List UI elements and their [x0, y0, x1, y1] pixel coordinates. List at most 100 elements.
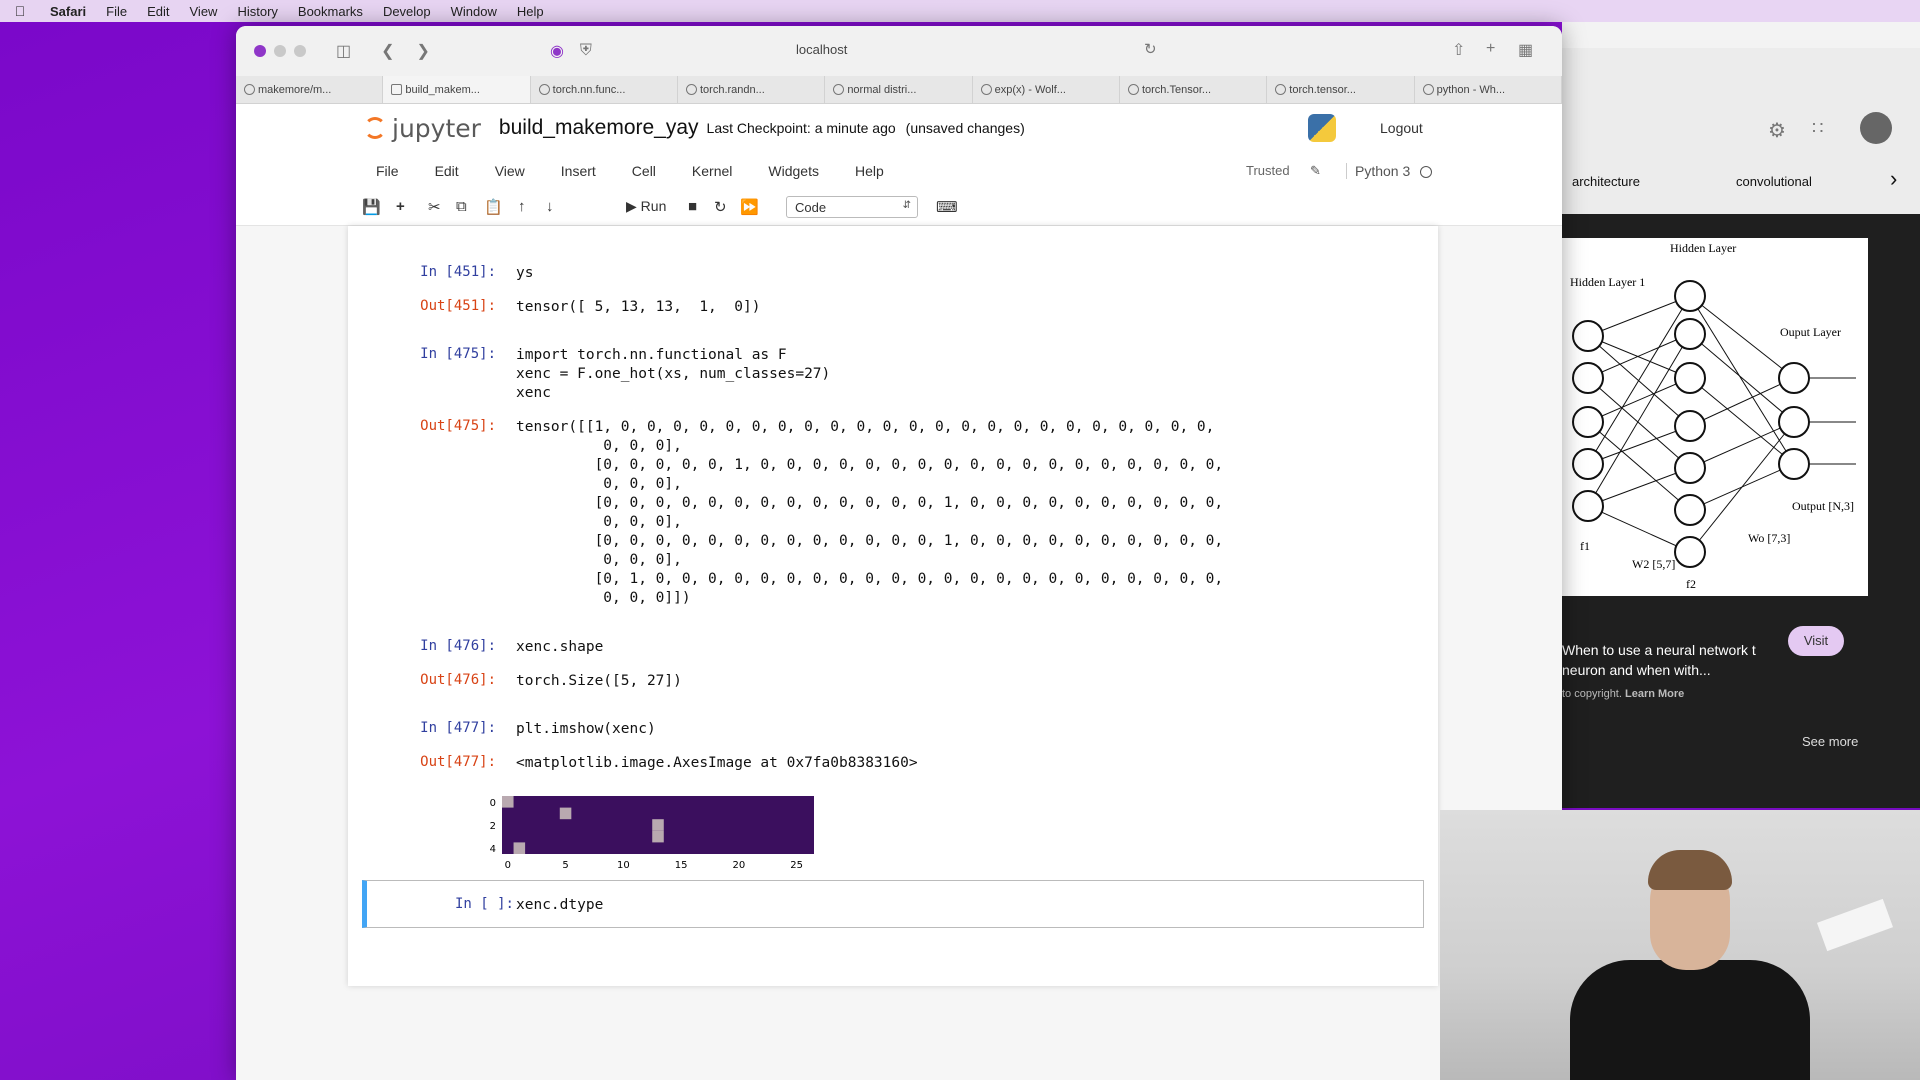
- pytorch-icon: [1127, 84, 1139, 95]
- tab-wolfram[interactable]: exp(x) - Wolf...: [973, 76, 1120, 103]
- copy-icon[interactable]: ⧉: [456, 198, 467, 215]
- in-prompt: In [475]:: [420, 346, 496, 362]
- tab-torch-tensor-lower[interactable]: torch.tensor...: [1267, 76, 1415, 103]
- back-icon[interactable]: ❮: [381, 41, 394, 61]
- cell-code[interactable]: ys: [516, 264, 533, 283]
- paste-icon[interactable]: 📋: [484, 198, 503, 216]
- jmenu-edit[interactable]: Edit: [417, 163, 477, 179]
- fast-forward-icon[interactable]: ⏩: [740, 198, 759, 216]
- share-icon[interactable]: ⇧: [1452, 40, 1465, 60]
- y-tick-label: 0: [490, 798, 496, 809]
- jmenu-cell[interactable]: Cell: [614, 163, 674, 179]
- cell-code[interactable]: import torch.nn.functional as F xenc = F…: [516, 346, 830, 403]
- avatar[interactable]: [1860, 112, 1892, 144]
- logout-button[interactable]: Logout: [1370, 114, 1433, 142]
- kernel-status-icon: [1420, 166, 1432, 178]
- shield-icon[interactable]: ⛨: [580, 42, 592, 60]
- tab-label: torch.Tensor...: [1141, 83, 1212, 96]
- neural-network-svg: Hidden Layer 1 Hidden Layer Ouput Layer …: [1570, 241, 1856, 591]
- cell-code[interactable]: xenc.shape: [516, 638, 603, 657]
- tab-normal-distribution[interactable]: normal distri...: [825, 76, 973, 103]
- jmenu-widgets[interactable]: Widgets: [750, 163, 837, 179]
- forward-icon[interactable]: ❯: [417, 41, 430, 61]
- new-tab-icon[interactable]: +: [1486, 40, 1495, 58]
- menu-view[interactable]: View: [180, 4, 228, 19]
- menu-window[interactable]: Window: [441, 4, 507, 19]
- tab-label: torch.nn.func...: [552, 83, 626, 96]
- cell-code-editor[interactable]: xenc.dtype: [516, 896, 603, 915]
- cell-type-select[interactable]: Code ⇵: [786, 196, 918, 218]
- x-tick-label: 25: [790, 860, 803, 871]
- apps-grid-icon[interactable]: ∷: [1812, 118, 1823, 139]
- add-cell-icon[interactable]: +: [396, 198, 405, 215]
- notebook-area: In [451]: ys Out[451]: tensor([ 5, 13, 1…: [236, 226, 1562, 1080]
- jmenu-insert[interactable]: Insert: [543, 163, 614, 179]
- move-up-icon[interactable]: ↑: [518, 198, 526, 215]
- jupyter-orb-icon: [364, 117, 386, 139]
- jupyter-menu-bar: File Edit View Insert Cell Kernel Widget…: [236, 152, 1562, 190]
- jmenu-file[interactable]: File: [358, 163, 417, 179]
- tab-torch-tensor[interactable]: torch.Tensor...: [1120, 76, 1268, 103]
- pencil-icon[interactable]: ✎: [1310, 163, 1321, 179]
- menu-bookmarks[interactable]: Bookmarks: [288, 4, 373, 19]
- neural-network-diagram-image[interactable]: Hidden Layer 1 Hidden Layer Ouput Layer …: [1562, 238, 1868, 596]
- apple-icon[interactable]: : [0, 3, 40, 19]
- out-prompt: Out[476]:: [420, 672, 496, 688]
- notebook-name[interactable]: build_makemore_yay: [499, 116, 699, 140]
- menu-develop[interactable]: Develop: [373, 4, 441, 19]
- save-icon[interactable]: 💾: [362, 198, 381, 216]
- nn-label-w2: W2 [5,7]: [1632, 557, 1675, 571]
- settings-gear-icon[interactable]: ⚙: [1768, 118, 1786, 143]
- close-window-button[interactable]: [254, 45, 266, 57]
- menu-help[interactable]: Help: [507, 4, 554, 19]
- learn-more-link[interactable]: Learn More: [1625, 688, 1684, 700]
- jmenu-view[interactable]: View: [477, 163, 543, 179]
- menu-edit[interactable]: Edit: [137, 4, 179, 19]
- move-down-icon[interactable]: ↓: [546, 198, 554, 215]
- sidebar-icon[interactable]: ◫: [336, 41, 351, 61]
- chip-convolutional[interactable]: convolutional: [1736, 174, 1812, 189]
- tab-build-makemore[interactable]: build_makem...: [383, 76, 531, 103]
- restart-icon[interactable]: ↻: [714, 198, 727, 216]
- zoom-window-button[interactable]: [294, 45, 306, 57]
- see-more-link[interactable]: See more: [1802, 734, 1858, 749]
- tab-makemore[interactable]: makemore/m...: [236, 76, 384, 103]
- address-bar[interactable]: localhost: [796, 42, 847, 57]
- nn-label-hidden1: Hidden Layer 1: [1570, 275, 1645, 289]
- chip-architecture[interactable]: architecture: [1572, 174, 1640, 189]
- jmenu-kernel[interactable]: Kernel: [674, 163, 750, 179]
- cell-output: <matplotlib.image.AxesImage at 0x7fa0b83…: [516, 755, 918, 771]
- run-button[interactable]: ▶ Run: [626, 198, 666, 215]
- tab-torch-nn-functional[interactable]: torch.nn.func...: [531, 76, 678, 103]
- cell-code[interactable]: plt.imshow(xenc): [516, 720, 656, 739]
- trusted-indicator[interactable]: Trusted: [1246, 163, 1290, 178]
- result-title[interactable]: When to use a neural network t neuron an…: [1562, 640, 1782, 680]
- extension-icon[interactable]: ◉: [550, 41, 564, 61]
- menu-file[interactable]: File: [96, 4, 137, 19]
- keyboard-icon[interactable]: ⌨: [936, 198, 958, 216]
- python-logo-icon: [1308, 114, 1336, 142]
- menu-app-name[interactable]: Safari: [40, 4, 96, 19]
- tab-torch-randn[interactable]: torch.randn...: [678, 76, 826, 103]
- jmenu-help[interactable]: Help: [837, 163, 902, 179]
- tab-overview-icon[interactable]: ▦: [1518, 40, 1533, 60]
- select-arrow-icon: ⇵: [902, 200, 911, 211]
- play-icon: ▶: [626, 198, 637, 214]
- menu-history[interactable]: History: [227, 4, 287, 19]
- jupyter-logo[interactable]: jupyter: [364, 114, 481, 143]
- cut-icon[interactable]: ✂: [428, 198, 441, 216]
- nn-label-f2: f2: [1686, 577, 1696, 591]
- reload-icon[interactable]: ↻: [1144, 40, 1157, 58]
- tab-label: python - Wh...: [1436, 83, 1506, 96]
- in-prompt: In [476]:: [420, 638, 496, 654]
- minimize-window-button[interactable]: [274, 45, 286, 57]
- stop-icon[interactable]: ■: [688, 198, 697, 215]
- run-label: Run: [640, 198, 667, 214]
- kernel-name[interactable]: Python 3: [1346, 163, 1410, 179]
- chevron-right-icon[interactable]: ›: [1890, 166, 1897, 192]
- visit-button[interactable]: Visit: [1788, 626, 1844, 656]
- x-tick-label: 5: [562, 860, 568, 871]
- heatmap-cell: [652, 830, 664, 843]
- tab-python-question[interactable]: python - Wh...: [1415, 76, 1562, 103]
- y-tick-label: 2: [490, 821, 496, 832]
